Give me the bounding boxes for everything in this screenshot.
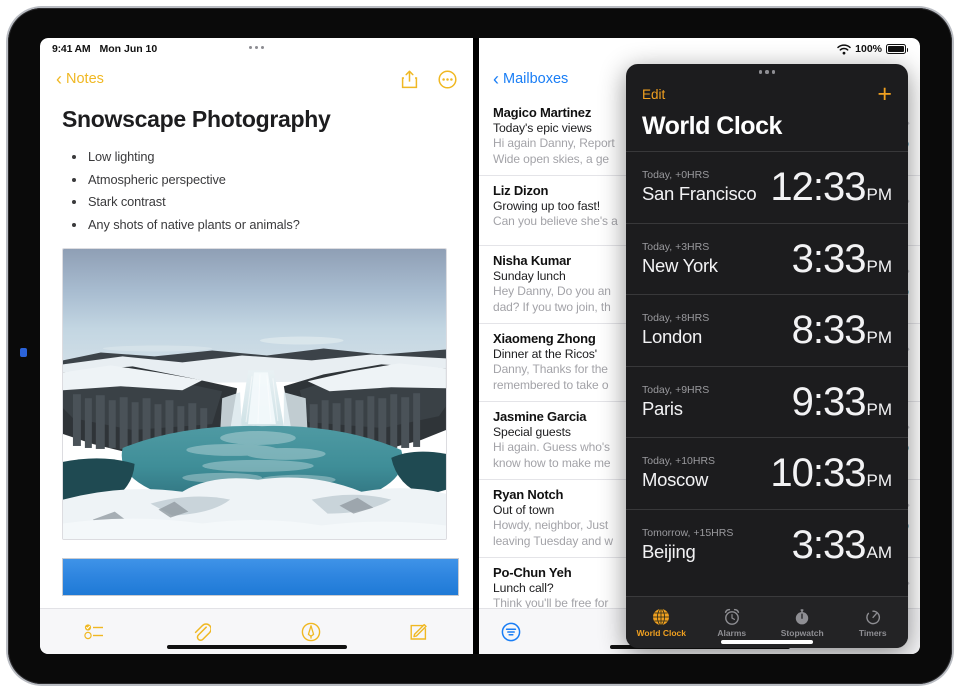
clock-digits: 10:33 [770,451,866,496]
clock-time: 3:33 AM [792,525,892,565]
clock-ampm: AM [866,542,893,562]
clock-city: New York [642,254,718,276]
clock-digits: 12:33 [770,165,866,210]
list-item[interactable]: Today, +0HRS San Francisco 12:33 PM [626,151,908,223]
markup-pen-button[interactable] [257,622,365,642]
note-bullet: Atmospheric perspective [62,172,451,187]
tab-alarms[interactable]: Alarms [697,608,768,638]
globe-icon [652,608,670,626]
list-item[interactable]: Today, +9HRS Paris 9:33 PM [626,365,908,438]
tab-label: Alarms [717,627,747,638]
notes-back-label: Notes [66,71,104,87]
note-content: Snowscape Photography Low lighting Atmos… [40,98,473,608]
clock-city: San Francisco [642,183,757,205]
list-item[interactable]: Today, +3HRS New York 3:33 PM [626,222,908,295]
add-clock-button[interactable]: + [877,81,892,107]
clock-digits: 3:33 [791,522,867,567]
checklist-button[interactable] [40,623,148,640]
clock-offset: Today, +0HRS [642,169,710,182]
edit-button[interactable]: Edit [642,87,665,102]
clock-time: 3:33 PM [792,239,892,279]
clock-digits: 9:33 [791,379,867,424]
notes-status-bar: 9:41 AM Mon Jun 10 [40,38,473,60]
world-clock-overlay-window[interactable]: Edit + World Clock Today, +0HRS San Fran… [626,64,908,648]
notes-toolbar [40,608,473,654]
battery-full-icon [886,44,908,54]
battery-percent: 100% [855,43,882,55]
tab-label: Timers [858,627,887,638]
more-ellipsis-icon[interactable] [438,69,457,89]
clock-city: Beijing [642,540,696,562]
list-item[interactable]: Today, +10HRS Moscow 10:33 PM [626,437,908,509]
note-photo[interactable] [62,247,447,540]
mail-status-bar: 100% [479,38,920,60]
clock-list: Today, +0HRS San Francisco 12:33 PM Toda… [626,151,908,596]
page-title: World Clock [642,112,782,140]
note-bullet-list: Low lighting Atmospheric perspective Sta… [62,149,451,232]
device-frame: 9:41 AM Mon Jun 10 ‹ Notes Snowscape Pho… [8,8,952,684]
alarm-icon [723,608,741,626]
chevron-left-icon: ‹ [56,69,62,89]
clock-digits: 8:33 [791,308,867,353]
timer-icon [864,608,882,626]
bezel-indicator [20,348,27,357]
paperclip-button[interactable] [148,622,256,642]
clock-ampm: PM [866,471,893,491]
filter-icon[interactable] [501,622,521,642]
note-bullet: Low lighting [62,149,451,164]
list-item[interactable]: Today, +8HRS London 8:33 PM [626,294,908,366]
clock-drag-handle[interactable] [626,64,908,80]
clock-city: Moscow [642,469,709,491]
screen: 9:41 AM Mon Jun 10 ‹ Notes Snowscape Pho… [40,38,920,654]
clock-ampm: PM [866,328,893,348]
tab-timers[interactable]: Timers [838,608,909,638]
clock-ampm: PM [866,399,893,419]
clock-ampm: PM [866,185,893,205]
clock-digits: 3:33 [791,236,867,281]
clock-time: 12:33 PM [770,167,892,207]
clock-offset: Today, +3HRS [642,240,710,253]
clock-city: London [642,326,702,348]
clock-offset: Today, +8HRS [642,312,710,325]
note-title: Snowscape Photography [62,106,331,132]
clock-ampm: PM [866,256,893,276]
wifi-icon [837,43,851,55]
compose-button[interactable] [365,622,473,641]
clock-time: 10:33 PM [770,453,892,493]
note-bullet: Any shots of native plants or animals? [62,217,451,232]
notes-back-button[interactable]: ‹ Notes [56,70,104,88]
home-indicator [40,645,473,649]
clock-header: Edit + World Clock [626,80,908,151]
status-date: Mon Jun 10 [99,43,158,55]
note-blue-attachment[interactable] [62,557,459,596]
clock-city: Paris [642,397,683,419]
clock-offset: Tomorrow, +15HRS [642,526,734,539]
tab-world-clock[interactable]: World Clock [626,608,697,638]
mailboxes-back-button[interactable]: ‹ Mailboxes [493,70,568,88]
clock-time: 9:33 PM [792,382,892,422]
stopwatch-icon [793,608,811,626]
chevron-left-icon: ‹ [493,69,499,89]
list-item[interactable]: Tomorrow, +15HRS Beijing 3:33 AM [626,508,908,581]
notes-app-pane: 9:41 AM Mon Jun 10 ‹ Notes Snowscape Pho… [40,38,473,654]
tab-stopwatch[interactable]: Stopwatch [767,608,838,638]
tab-label: Stopwatch [780,627,824,638]
notes-navbar: ‹ Notes [40,60,473,98]
clock-offset: Today, +10HRS [642,455,716,468]
status-time: 9:41 AM [52,43,91,55]
clock-home-indicator [626,640,908,644]
share-icon[interactable] [401,70,418,89]
tab-label: World Clock [636,627,686,638]
note-bullet: Stark contrast [62,194,451,209]
clock-time: 8:33 PM [792,310,892,350]
clock-offset: Today, +9HRS [642,383,710,396]
mailboxes-label: Mailboxes [503,71,569,87]
